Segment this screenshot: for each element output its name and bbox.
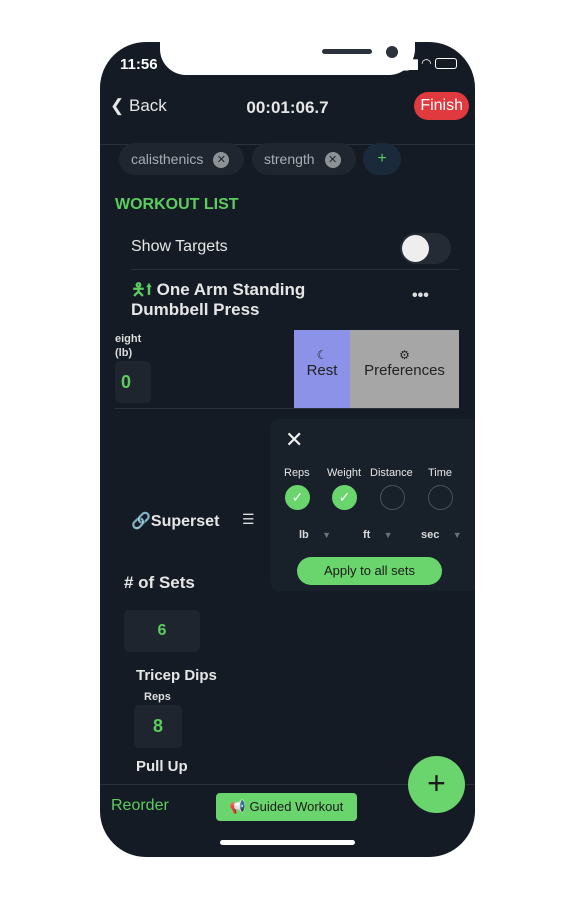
weight-input[interactable]: 0	[115, 361, 151, 403]
add-tag-button[interactable]: +	[363, 143, 401, 175]
reps-input[interactable]: 8	[134, 705, 182, 748]
tag-label: calisthenics	[131, 151, 204, 167]
exercise-title: 🯅⭡ One Arm Standing Dumbbell Press	[131, 280, 306, 319]
guided-workout-button[interactable]: 📢 Guided Workout	[216, 793, 357, 821]
reps-column-label: Reps	[284, 467, 310, 479]
time-unit-select[interactable]: sec ▼	[421, 525, 462, 543]
superset-label: 🔗Superset	[131, 513, 220, 530]
more-options-icon[interactable]: •••	[412, 287, 429, 305]
show-targets-toggle[interactable]	[400, 233, 451, 264]
battery-icon	[435, 58, 457, 70]
time-column-label: Time	[428, 467, 453, 479]
gear-icon: ⚙	[399, 348, 410, 362]
apply-to-all-sets-button[interactable]: Apply to all sets	[297, 557, 442, 585]
time-checkbox[interactable]	[428, 485, 453, 510]
close-icon[interactable]: ✕	[285, 427, 303, 453]
show-targets-label: Show Targets	[131, 238, 228, 255]
section-title: WORKOUT LIST	[115, 196, 239, 213]
rest-label: Rest	[306, 362, 338, 379]
caret-down-icon: ▼	[322, 530, 332, 540]
preferences-label: Preferences	[364, 362, 445, 379]
phone-screen: 11:56 ▂▄▆ ◠ ❮ Back 00:01:06.7 Finish cal…	[100, 42, 475, 857]
tag-label: strength	[264, 151, 315, 167]
remove-tag-icon[interactable]: ✕	[213, 152, 230, 169]
distance-unit-select[interactable]: ft ▼	[363, 525, 393, 543]
finish-button[interactable]: Finish	[414, 92, 469, 120]
list-icon[interactable]: ☰	[242, 511, 255, 528]
weight-column-label: Weight	[327, 467, 362, 479]
home-indicator[interactable]	[220, 840, 355, 845]
guided-workout-label: Guided Workout	[249, 799, 344, 814]
weight-unit-select[interactable]: lb ▼	[299, 525, 331, 543]
remove-tag-icon[interactable]: ✕	[324, 152, 341, 169]
caret-down-icon: ▼	[452, 530, 462, 540]
moon-icon: ☾	[316, 348, 328, 362]
reorder-button[interactable]: Reorder	[111, 797, 169, 815]
signal-icon: ▂▄▆	[390, 56, 418, 70]
divider	[131, 269, 459, 270]
caret-down-icon: ▼	[383, 530, 393, 540]
exercise-name: Pull Up	[136, 758, 188, 775]
tag-chip[interactable]: strength ✕	[252, 143, 356, 175]
exercise-name: Tricep Dips	[136, 667, 217, 684]
divider	[115, 408, 459, 409]
sets-label: # of Sets	[124, 573, 195, 592]
weight-label: eight (lb)	[115, 333, 142, 359]
status-icons: ▂▄▆ ◠	[391, 56, 457, 70]
distance-checkbox[interactable]	[380, 485, 405, 510]
distance-column-label: Distance	[370, 467, 413, 479]
link-icon: 🔗	[131, 513, 151, 530]
tag-chip[interactable]: calisthenics ✕	[119, 143, 244, 175]
megaphone-icon: 📢	[229, 799, 246, 814]
wifi-icon: ◠	[421, 56, 432, 70]
add-exercise-fab[interactable]: +	[408, 756, 465, 813]
person-icon: 🯅	[131, 280, 146, 299]
preferences-popup: ✕ Reps Weight Distance Time ✓ ✓ lb ▼ ft …	[270, 419, 475, 591]
rest-action[interactable]: ☾ Rest	[294, 330, 350, 408]
weight-checkbox[interactable]: ✓	[332, 485, 357, 510]
status-time: 11:56	[120, 56, 158, 73]
notch	[160, 42, 415, 75]
speaker	[322, 49, 372, 54]
preferences-action[interactable]: ⚙ Preferences	[350, 330, 459, 408]
reps-label: Reps	[144, 691, 171, 703]
sets-input[interactable]: 6	[124, 610, 200, 652]
reps-checkbox[interactable]: ✓	[285, 485, 310, 510]
